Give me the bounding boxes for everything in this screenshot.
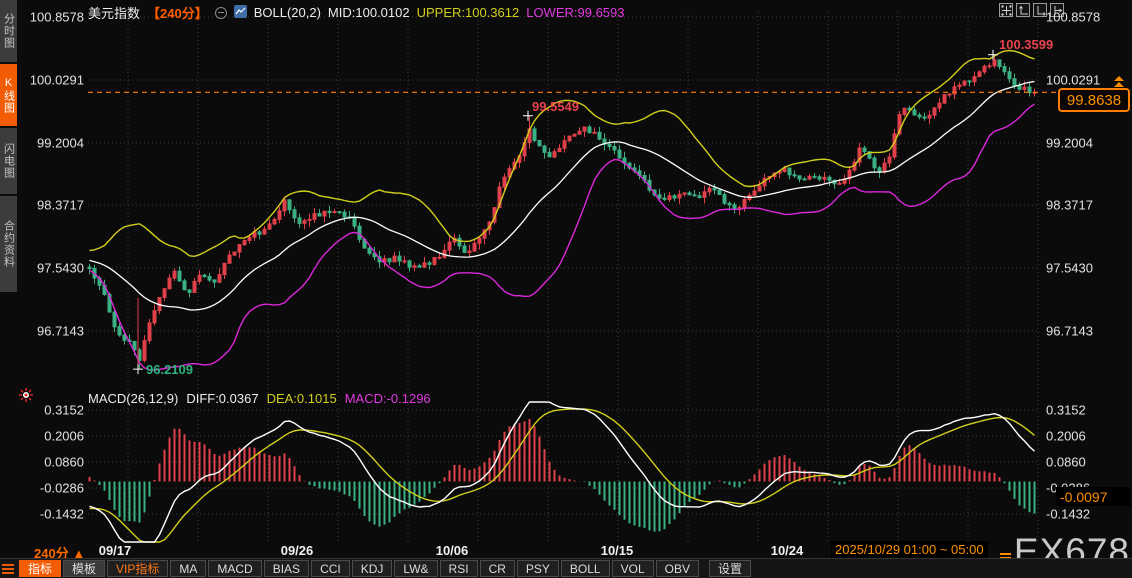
boll-mid-value: MID:100.0102 xyxy=(327,5,410,20)
price-axis-label-right: 100.0291 xyxy=(1046,72,1101,88)
price-axis-label-left: 96.7143 xyxy=(37,323,84,339)
crosshair-icon[interactable] xyxy=(999,3,1013,17)
toolbar-item-settings[interactable]: 设置 xyxy=(708,560,751,577)
sidebar-tab-contract-info[interactable]: 合约资料 xyxy=(0,196,17,292)
chart-canvas[interactable] xyxy=(0,0,1132,578)
toolbar-item-indicator[interactable]: 指标 xyxy=(19,560,62,577)
date-label: 10/06 xyxy=(435,543,469,558)
price-up-arrows-icon xyxy=(1114,76,1124,88)
toolbar-item-kdj[interactable]: KDJ xyxy=(351,560,393,577)
macd-axis-label-left: -0.0286 xyxy=(39,480,84,496)
toolbar-item-obv[interactable]: OBV xyxy=(655,560,699,577)
high-price-label: 100.3599 xyxy=(999,37,1054,52)
date-label: 09/17 xyxy=(98,543,132,558)
macd-axis-label-right: 0.0860 xyxy=(1046,454,1086,470)
toolbar-item-vol[interactable]: VOL xyxy=(611,560,654,577)
toolbar-items: 指标 模板 VIP指标 MA MACD BIAS CCI KDJ LW& RSI CR PSY BOLL… xyxy=(19,560,751,577)
toolbar-item-bias[interactable]: BIAS xyxy=(263,560,310,577)
sidebar-tab-time-chart[interactable]: 分时图 xyxy=(0,0,17,62)
red-sun-icon xyxy=(19,388,33,402)
swing-high-price-label: 99.5549 xyxy=(532,99,579,114)
period-badge[interactable]: 【240分】 xyxy=(147,3,208,22)
macd-macd-value: MACD:-0.1296 xyxy=(344,391,431,406)
date-label: 10/24 xyxy=(770,543,804,558)
current-price-box: 99.8638 xyxy=(1058,88,1130,112)
left-sidebar: 分时图 K线图闪电图合约资料 xyxy=(0,0,17,558)
boll-label: BOLL(20,2) xyxy=(253,5,321,20)
macd-diff-value: DIFF:0.0367 xyxy=(186,391,259,406)
indicator-settings-icon[interactable] xyxy=(19,388,33,402)
price-axis-label-left: 99.2004 xyxy=(37,135,84,151)
minus-circle-icon[interactable] xyxy=(214,6,227,19)
chart-type-icon[interactable] xyxy=(233,4,247,21)
toolbar-item-ma[interactable]: MA xyxy=(170,560,207,577)
x-axis-scale-icon[interactable] xyxy=(1033,3,1047,17)
date-label: 09/26 xyxy=(280,543,314,558)
toolbar-item-cr[interactable]: CR xyxy=(479,560,515,577)
macd-axis-label-right: 0.2006 xyxy=(1046,428,1086,444)
price-axis-label-left: 100.0291 xyxy=(29,72,84,88)
macd-axis-label-left: 0.0860 xyxy=(44,454,84,470)
macd-axis-label-right: -0.1432 xyxy=(1046,506,1091,522)
toolbar-item-cci[interactable]: CCI xyxy=(311,560,350,577)
price-axis-label-left: 97.5430 xyxy=(37,260,84,276)
boll-lower-value: LOWER:99.6593 xyxy=(526,5,625,20)
toolbar-item-boll[interactable]: BOLL xyxy=(560,560,610,577)
toolbar-item-template[interactable]: 模板 xyxy=(63,560,106,577)
toolbar-item-macd[interactable]: MACD xyxy=(208,560,262,577)
y-axis-scale-icon[interactable] xyxy=(1016,3,1030,17)
date-label: 10/15 xyxy=(600,543,634,558)
macd-dea-value: DEA:0.1015 xyxy=(266,391,337,406)
macd-axis-label-left: 0.2006 xyxy=(44,428,84,444)
toolbar-item-vip-indicator[interactable]: VIP指标 xyxy=(107,560,169,577)
toolbar-item-psy[interactable]: PSY xyxy=(516,560,559,577)
boll-upper-value: UPPER:100.3612 xyxy=(416,5,520,20)
price-axis-label-right: 98.3717 xyxy=(1046,197,1093,213)
price-axis-label-right: 96.7143 xyxy=(1046,323,1093,339)
macd-header: MACD(26,12,9) DIFF:0.0367 DEA:0.1015 MAC… xyxy=(88,391,431,406)
chart-header: 美元指数 【240分】 BOLL(20,2) MID:100.0102 UPPE… xyxy=(88,4,625,21)
bottom-toolbar: 指标 模板 VIP指标 MA MACD BIAS CCI KDJ LW& RSI CR PSY BOLL… xyxy=(0,558,1132,578)
current-macd-value-box: -0.0097 xyxy=(1056,487,1130,506)
low-price-label: 96.2109 xyxy=(146,362,193,377)
toolbar-item-lwr[interactable]: LW& xyxy=(394,560,438,577)
macd-axis-label-left: -0.1432 xyxy=(39,506,84,522)
price-axis-label-right: 97.5430 xyxy=(1046,260,1093,276)
current-bar-time-label: 2025/10/29 01:00 ~ 05:00 xyxy=(831,541,988,558)
sidebar-tab-lightning-chart[interactable]: 闪电图 xyxy=(0,128,17,194)
price-axis-label-left: 98.3717 xyxy=(37,197,84,213)
instrument-title: 美元指数 xyxy=(88,6,141,21)
price-axis-label-right: 100.8578 xyxy=(1046,9,1101,25)
macd-axis-label-left: 0.3152 xyxy=(44,402,84,418)
macd-axis-label-right: 0.3152 xyxy=(1046,402,1086,418)
price-axis-label-left: 100.8578 xyxy=(29,9,84,25)
sidebar-tab-kline-chart[interactable]: K线图 xyxy=(0,64,17,126)
macd-label: MACD(26,12,9) xyxy=(88,391,179,406)
chart-app: 分时图 K线图闪电图合约资料 美元指数 【240分】 BOLL(20,2) MID… xyxy=(0,0,1132,578)
menu-icon[interactable] xyxy=(2,563,14,574)
price-axis-label-right: 99.2004 xyxy=(1046,135,1093,151)
toolbar-item-rsi[interactable]: RSI xyxy=(439,560,478,577)
